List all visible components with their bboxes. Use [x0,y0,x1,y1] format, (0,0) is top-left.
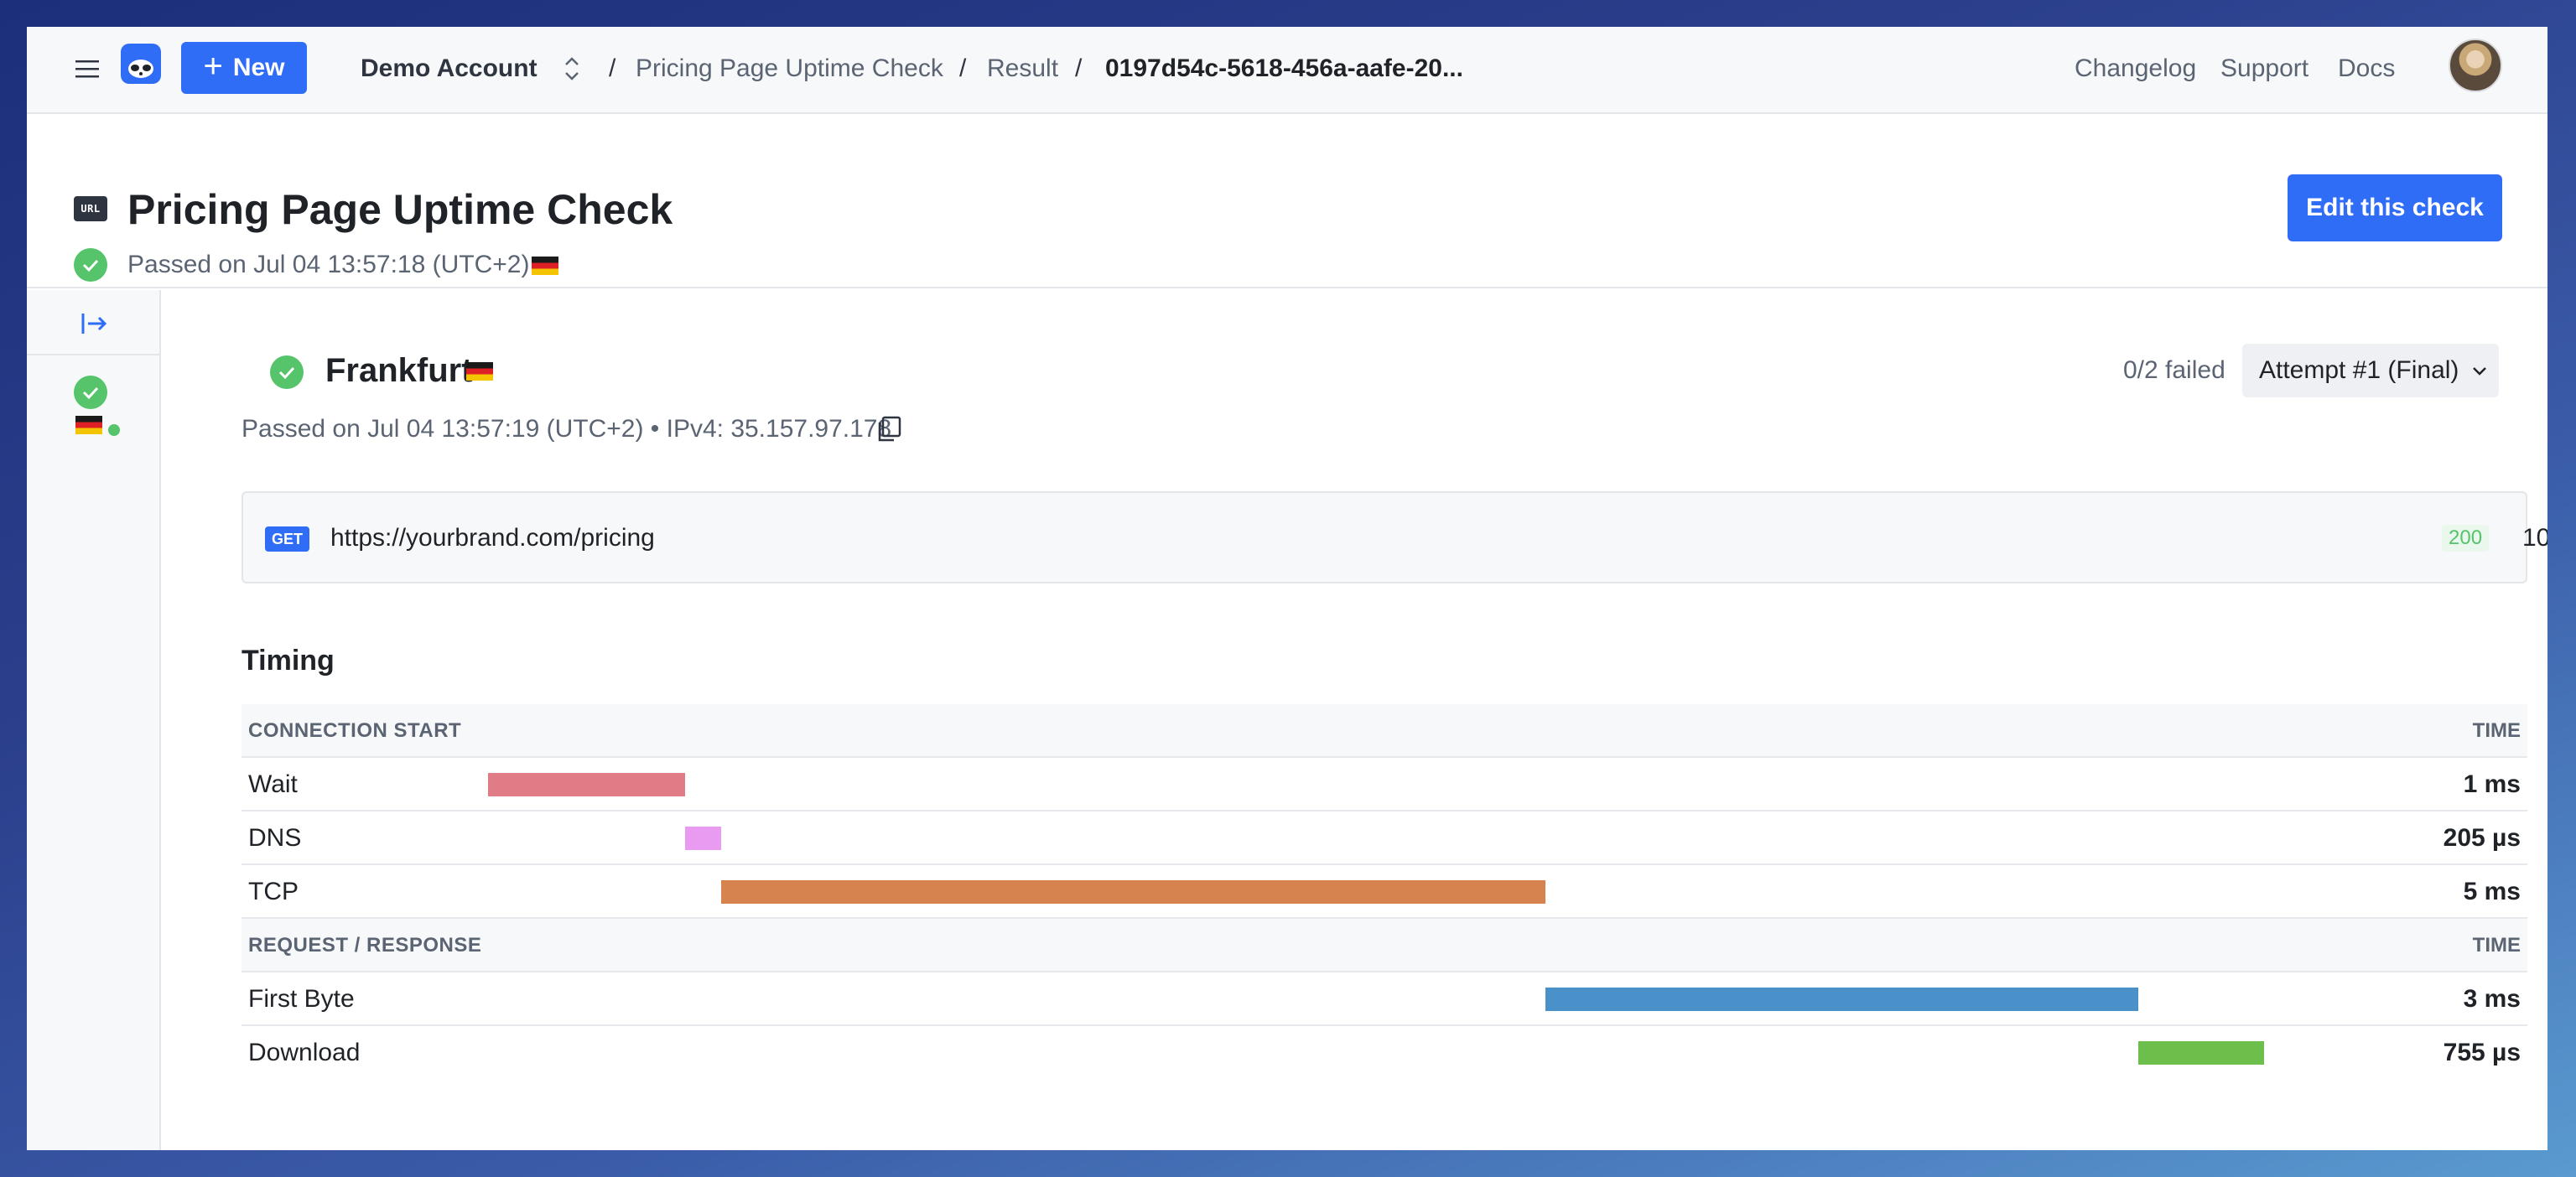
germany-flag-icon [532,257,558,275]
location-status-text: Passed on Jul 04 13:57:19 (UTC+2) • IPv4… [242,415,892,443]
support-link[interactable]: Support [2220,49,2309,89]
timing-row-time: 1 ms [2463,770,2521,798]
timing-group-header: CONNECTION START TIME [242,704,2527,758]
timing-bar [2137,1041,2264,1065]
check-header: URL Pricing Page Uptime Check Passed on … [27,116,2547,288]
duration-value: 10 [2522,524,2547,552]
url-check-icon: URL [74,196,107,221]
rail-germany-flag-icon[interactable] [75,416,102,434]
page-title: Pricing Page Uptime Check [127,186,673,233]
changelog-link[interactable]: Changelog [2075,49,2196,89]
timing-bar [720,880,1546,904]
failed-count: 0/2 failed [2123,356,2225,384]
timing-row-label: Wait [248,770,298,798]
location-rail [27,290,161,1150]
timing-bar [1545,988,2138,1011]
http-method-badge: GET [265,526,310,552]
group-header-label: CONNECTION START [248,719,462,742]
timing-row-time: 3 ms [2463,985,2521,1013]
account-switcher[interactable]: Demo Account [361,49,538,89]
request-url: https://yourbrand.com/pricing [330,524,655,552]
timing-row-label: DNS [248,824,302,852]
request-summary: GET https://yourbrand.com/pricing 200 10… [242,491,2547,583]
chevron-up-down-icon[interactable] [555,50,589,87]
rail-status-dot [106,423,122,438]
top-bar: + New Demo Account / Pricing Page Uptime… [27,27,2547,114]
group-header-label: REQUEST / RESPONSE [248,934,482,957]
timing-group-header: REQUEST / RESPONSE TIME [242,919,2527,972]
timing-row: Download 755 µs [242,1026,2527,1080]
group-header-time: TIME [2472,934,2521,957]
breadcrumb-separator: / [1075,54,1083,82]
timing-title: Timing [242,645,335,677]
user-avatar[interactable] [2449,39,2502,92]
edit-check-button[interactable]: Edit this check [2288,174,2502,241]
status-code-badge: 200 [2442,525,2490,552]
location-flag-icon [466,362,493,381]
attempt-select[interactable]: Attempt #1 (Final) [2242,344,2499,397]
timing-row: Wait 1 ms [242,758,2527,811]
app-window: + New Demo Account / Pricing Page Uptime… [27,27,2547,1150]
breadcrumb-result-id: 0197d54c-5618-456a-aafe-20... [1105,54,1463,82]
breadcrumb-separator: / [609,54,616,82]
timing-row-time: 5 ms [2463,878,2521,905]
breadcrumb-result[interactable]: Result [987,49,1058,89]
timing-row-label: Download [248,1039,361,1066]
timing-row: First Byte 3 ms [242,972,2527,1026]
result-main: Frankfurt 0/2 failed Attempt #1 (Final) … [163,290,2547,1150]
expand-panel-icon[interactable] [79,309,109,339]
timing-row: TCP 5 ms [242,865,2527,919]
check-success-icon [74,248,107,282]
new-button-label: New [232,54,285,81]
breadcrumb-check[interactable]: Pricing Page Uptime Check [636,49,943,89]
timing-bar [488,773,685,796]
rail-success-icon[interactable] [74,376,107,409]
new-button[interactable]: + New [181,42,307,94]
location-success-icon [270,355,304,389]
rail-toggle-area [27,290,159,355]
timing-row: DNS 205 µs [242,811,2527,865]
timing-row-label: First Byte [248,985,355,1013]
timing-bar [684,827,721,850]
location-name: Frankfurt [325,352,473,389]
breadcrumb-separator: / [959,54,967,82]
copy-icon[interactable] [874,414,904,444]
chevron-down-icon [2473,367,2487,376]
group-header-time: TIME [2472,719,2521,742]
timing-row-time: 205 µs [2443,824,2521,852]
docs-link[interactable]: Docs [2338,49,2395,89]
timing-row-label: TCP [248,878,299,905]
hamburger-menu-icon[interactable] [74,55,101,82]
app-logo-icon[interactable] [121,44,161,84]
attempt-select-label: Attempt #1 (Final) [2259,356,2459,384]
timing-row-time: 755 µs [2443,1039,2521,1066]
plus-icon: + [203,48,223,85]
response-duration: 10ms [2522,521,2547,557]
check-status-text: Passed on Jul 04 13:57:18 (UTC+2) [127,251,530,278]
